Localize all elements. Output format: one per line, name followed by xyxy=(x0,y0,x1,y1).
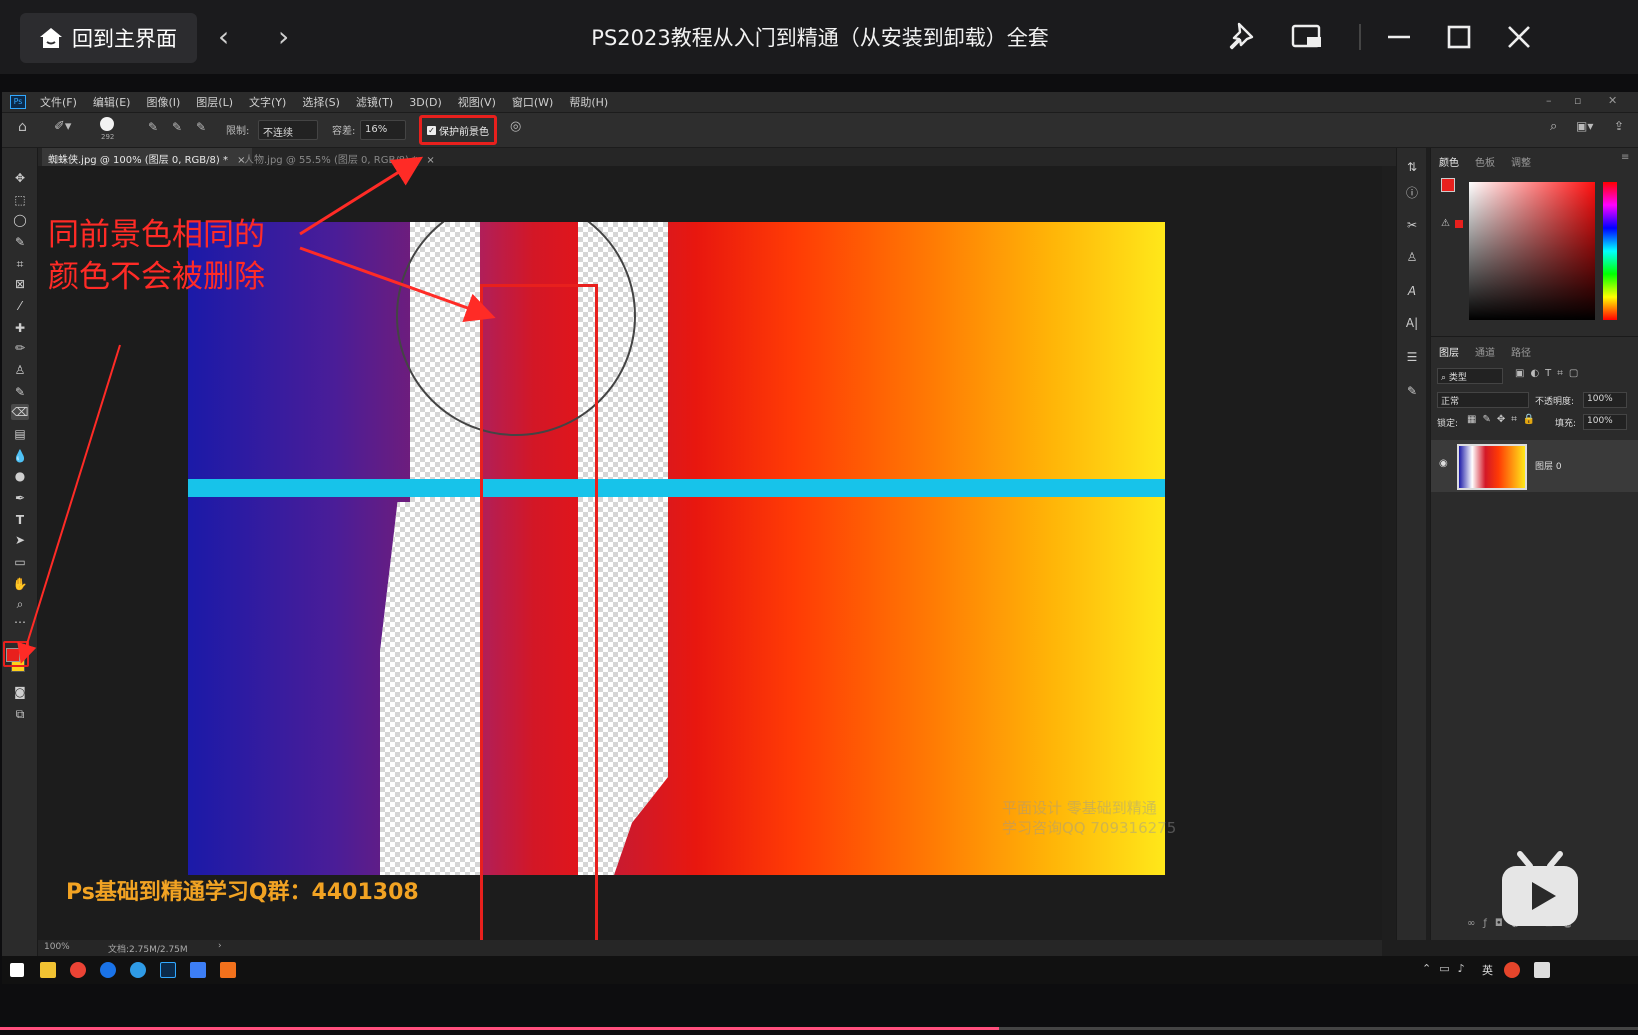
annotation-note: 同前景色相同的 颜色不会被删除 xyxy=(48,214,265,298)
arrow-to-protect-option xyxy=(299,156,424,236)
arrow-to-foreground-swatch xyxy=(17,344,121,664)
video-progress-bar[interactable] xyxy=(0,1027,1638,1030)
video-progress-fill xyxy=(0,1027,1000,1030)
annotation-line-2: 颜色不会被删除 xyxy=(48,259,265,295)
annotation-line-1: 同前景色相同的 xyxy=(48,217,265,253)
bilibili-logo-icon xyxy=(1498,850,1582,934)
arrow-to-protected-strip xyxy=(299,246,496,323)
qq-group-watermark: Ps基础到精通学习Q群：4401308 xyxy=(66,880,419,905)
